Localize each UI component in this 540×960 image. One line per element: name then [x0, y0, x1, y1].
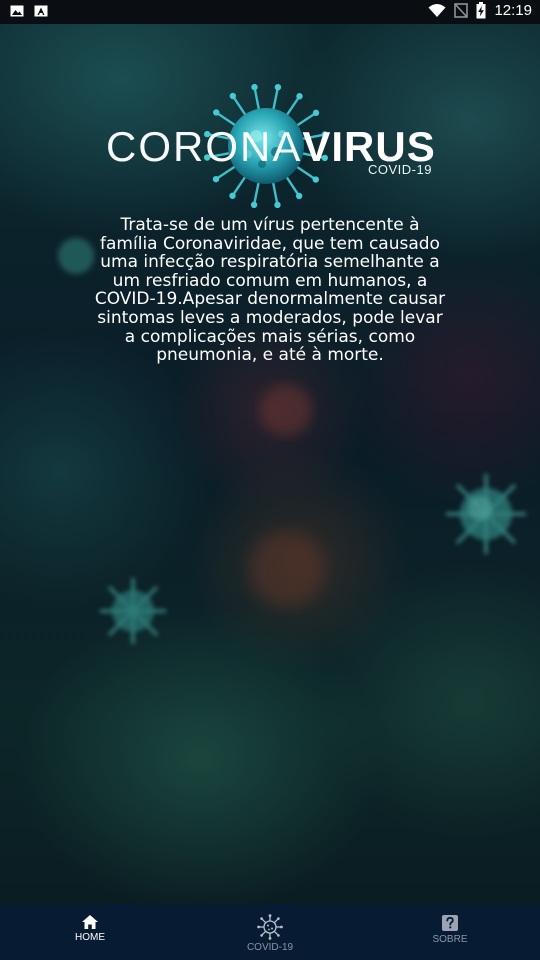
bottom-navigation: HOME COVID-19 SOBRE [0, 904, 540, 960]
coronavirus-logo: CORONAVIRUS COVID-19 [104, 80, 435, 210]
nav-home[interactable]: HOME [0, 904, 180, 960]
description-text: Trata-se de um vírus pertencente à famíl… [94, 215, 446, 366]
virus-particle-decoration [446, 474, 526, 554]
image-icon [10, 5, 24, 17]
nav-sobre-label: SOBRE [432, 934, 468, 945]
help-icon [442, 915, 458, 931]
a-app-icon [34, 5, 48, 17]
virus-particle-decoration [100, 578, 166, 644]
nav-home-label: HOME [75, 932, 105, 943]
no-signal-icon [454, 3, 469, 18]
wifi-icon [428, 4, 446, 17]
logo-subtitle: COVID-19 [368, 162, 432, 177]
virus-particle-decoration [249, 531, 325, 607]
virus-icon [257, 914, 283, 940]
battery-charging-icon [476, 2, 486, 19]
nav-sobre[interactable]: SOBRE [360, 904, 540, 960]
nav-covid19-label: COVID-19 [246, 942, 294, 953]
nav-covid19[interactable]: COVID-19 [180, 904, 360, 960]
status-time: 12:19 [494, 2, 532, 19]
status-bar: 12:19 [0, 0, 540, 24]
logo-corona: CORONA [106, 123, 303, 170]
virus-particle-decoration [260, 384, 312, 436]
home-icon [82, 915, 98, 929]
